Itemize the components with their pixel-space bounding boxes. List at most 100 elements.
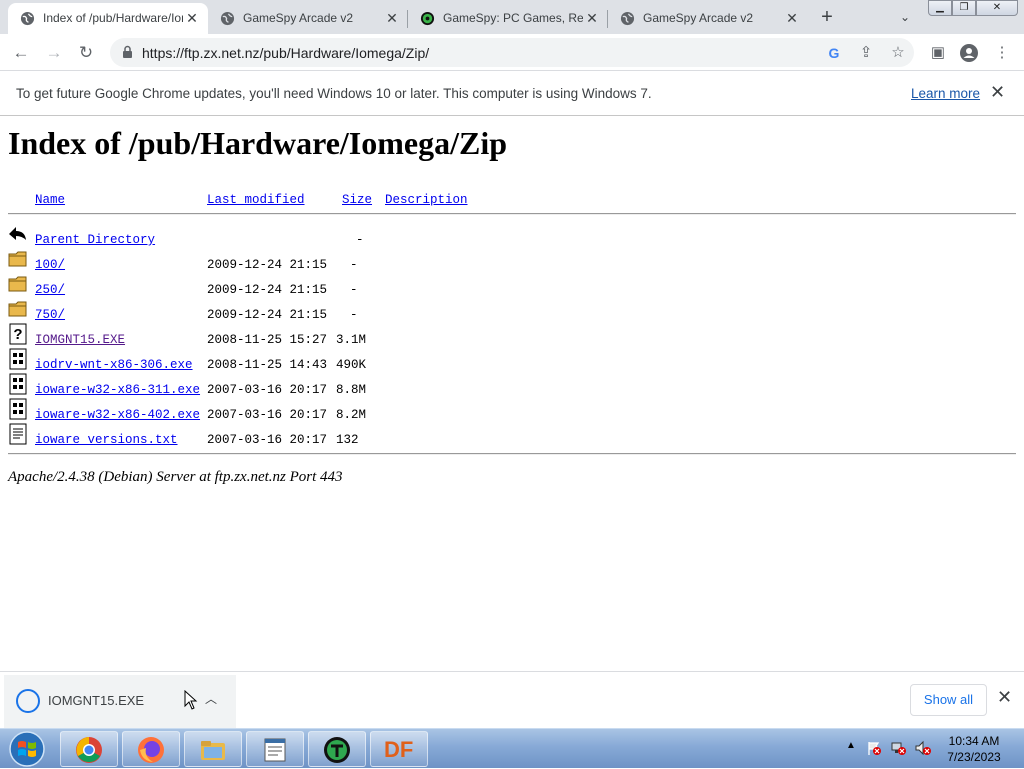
close-icon[interactable]: ✕: [990, 82, 1005, 103]
download-shelf: IOMGNT15.EXE ︿ Show all ✕: [0, 671, 1024, 728]
lock-icon: [123, 45, 132, 58]
learn-more-link[interactable]: Learn more: [911, 86, 980, 101]
gamespy-icon: [324, 737, 350, 763]
update-infobar: To get future Google Chrome updates, you…: [0, 72, 1024, 116]
firefox-icon: [138, 737, 164, 763]
file-link[interactable]: 250/: [35, 283, 65, 297]
taskbar-chrome[interactable]: [60, 731, 118, 767]
explorer-icon: [201, 741, 225, 760]
download-filename: IOMGNT15.EXE: [48, 693, 145, 708]
page-content: Index of /pub/Hardware/Iomega/Zip Name L…: [0, 117, 1024, 670]
server-signature: Apache/2.4.38 (Debian) Server at ftp.zx.…: [8, 469, 343, 485]
taskbar-explorer[interactable]: [184, 731, 242, 767]
address-bar[interactable]: https://ftp.zx.net.nz/pub/Hardware/Iomeg…: [110, 38, 914, 67]
chevron-up-icon[interactable]: ︿: [205, 690, 217, 707]
globe-icon: [620, 11, 635, 26]
chrome-icon: [76, 737, 102, 763]
close-tab-icon[interactable]: ✕: [584, 10, 600, 26]
infobar-message: To get future Google Chrome updates, you…: [16, 86, 652, 101]
volume-muted-icon[interactable]: [914, 740, 932, 756]
file-modified: 2007-03-16 20:17: [207, 408, 328, 422]
binary-file-icon: [9, 398, 27, 420]
file-link[interactable]: ioware_versions.txt: [35, 433, 178, 447]
column-size-link[interactable]: Size: [342, 193, 372, 207]
file-size: -: [350, 308, 358, 322]
mouse-cursor-icon: [184, 690, 198, 710]
menu-kebab-icon[interactable]: ⋮: [992, 43, 1012, 63]
tab-index-zip[interactable]: Index of /pub/Hardware/Iomega/Zip ✕: [8, 3, 208, 34]
profile-avatar-icon[interactable]: [959, 43, 979, 63]
show-all-button[interactable]: Show all: [910, 684, 987, 716]
file-link[interactable]: iodrv-wnt-x86-306.exe: [35, 358, 193, 372]
action-center-flag-icon[interactable]: [866, 740, 882, 756]
file-link[interactable]: ioware-w32-x86-402.exe: [35, 408, 200, 422]
svg-text:?: ?: [13, 326, 22, 343]
taskbar-notepad[interactable]: [246, 731, 304, 767]
binary-file-icon: [9, 373, 27, 395]
tab-gamespy-arcade-1[interactable]: GameSpy Arcade v2 ✕: [208, 3, 408, 34]
column-description-link[interactable]: Description: [385, 193, 468, 207]
folder-icon: [8, 251, 27, 267]
minimize-button[interactable]: ▁: [928, 0, 952, 16]
file-modified: 2007-03-16 20:17: [207, 433, 328, 447]
file-size: 8.8M: [336, 383, 367, 397]
globe-icon: [20, 11, 35, 26]
bookmark-star-icon[interactable]: ☆: [888, 43, 908, 63]
forward-arrow-icon[interactable]: →: [41, 40, 67, 66]
back-arrow-icon: [9, 227, 26, 240]
divider: [8, 453, 1016, 455]
start-button[interactable]: [3, 729, 51, 769]
parent-size: -: [356, 233, 364, 247]
tab-title: Index of /pub/Hardware/Iomega/Zip: [43, 11, 183, 25]
back-arrow-icon[interactable]: ←: [8, 40, 34, 66]
parent-directory-link[interactable]: Parent Directory: [35, 233, 155, 247]
close-tab-icon[interactable]: ✕: [384, 10, 400, 26]
file-link[interactable]: 100/: [35, 258, 65, 272]
side-panel-icon[interactable]: ▣: [928, 43, 948, 63]
file-size: -: [350, 283, 358, 297]
notepad-icon: [264, 738, 286, 762]
file-modified: 2009-12-24 21:15: [207, 258, 328, 272]
maximize-button[interactable]: ❐: [952, 0, 976, 16]
network-icon[interactable]: [890, 740, 906, 756]
file-modified: 2008-11-25 14:43: [207, 358, 328, 372]
df-icon: DF: [384, 737, 414, 762]
url-text: https://ftp.zx.net.nz/pub/Hardware/Iomeg…: [142, 45, 430, 61]
column-modified-link[interactable]: Last modified: [207, 193, 305, 207]
folder-icon: [8, 276, 27, 292]
unknown-file-icon: ?: [9, 323, 27, 345]
globe-icon: [220, 11, 235, 26]
reload-icon[interactable]: ↻: [73, 40, 99, 66]
tab-title: GameSpy Arcade v2: [243, 11, 354, 25]
text-file-icon: [9, 423, 27, 445]
close-tab-icon[interactable]: ✕: [784, 10, 800, 26]
column-name-link[interactable]: Name: [35, 193, 65, 207]
tray-expand-icon[interactable]: ▲: [846, 740, 856, 751]
tab-gamespy-arcade-2[interactable]: GameSpy Arcade v2 ✕: [608, 3, 808, 34]
file-link[interactable]: IOMGNT15.EXE: [35, 333, 125, 347]
close-window-button[interactable]: ✕: [976, 0, 1018, 16]
close-icon[interactable]: ✕: [997, 687, 1012, 708]
file-modified: 2009-12-24 21:15: [207, 283, 328, 297]
page-title: Index of /pub/Hardware/Iomega/Zip: [8, 125, 508, 161]
tab-gamespy-pc-games[interactable]: GameSpy: PC Games, Reviews ✕: [408, 3, 608, 34]
tab-search-chevron-icon[interactable]: ⌄: [896, 8, 914, 26]
share-icon[interactable]: ⇪: [856, 43, 876, 63]
file-size: 132: [336, 433, 359, 447]
close-tab-icon[interactable]: ✕: [184, 10, 200, 26]
google-lens-icon[interactable]: G: [824, 43, 844, 63]
download-item[interactable]: IOMGNT15.EXE ︿: [4, 675, 236, 728]
folder-icon: [8, 301, 27, 317]
taskbar-gamespy[interactable]: [308, 731, 366, 767]
tab-title: GameSpy Arcade v2: [643, 11, 754, 25]
file-size: 3.1M: [336, 333, 367, 347]
browser-toolbar: ← → ↻ https://ftp.zx.net.nz/pub/Hardware…: [0, 34, 1024, 71]
taskbar-df[interactable]: DF: [370, 731, 428, 767]
gamespy-icon: [420, 11, 435, 26]
file-link[interactable]: 750/: [35, 308, 65, 322]
taskbar-firefox[interactable]: [122, 731, 180, 767]
file-link[interactable]: ioware-w32-x86-311.exe: [35, 383, 200, 397]
system-clock[interactable]: 10:34 AM 7/23/2023: [935, 733, 1013, 765]
file-size: 490K: [336, 358, 367, 372]
new-tab-icon[interactable]: +: [816, 6, 838, 28]
